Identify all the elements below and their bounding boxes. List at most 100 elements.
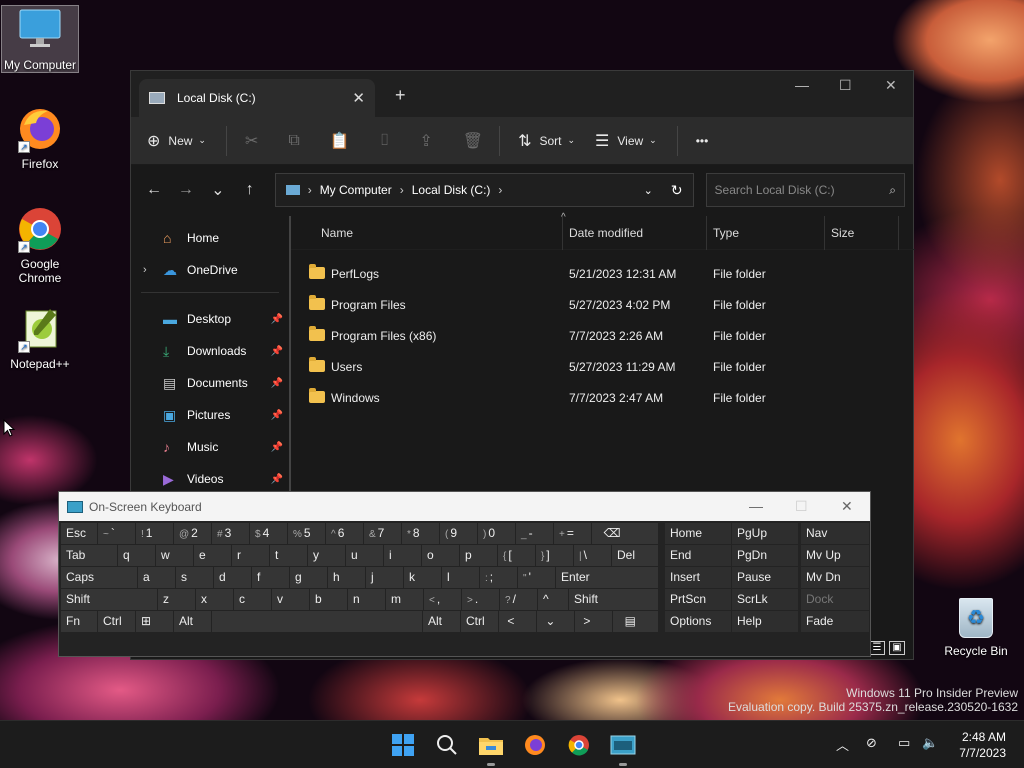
key-dock[interactable]: Dock — [801, 589, 869, 610]
pin-icon[interactable]: 📌 — [271, 410, 283, 421]
key-c[interactable]: c — [234, 589, 271, 610]
column-date-modified[interactable]: Date modified — [563, 215, 707, 250]
key-esc[interactable]: Esc — [61, 523, 97, 544]
breadcrumb-local-disk[interactable]: Local Disk (C:) — [412, 183, 491, 197]
key-l[interactable]: l — [442, 567, 479, 588]
key-right-bracket[interactable]: }] — [536, 545, 573, 566]
key-n[interactable]: n — [348, 589, 385, 610]
key-p[interactable]: p — [460, 545, 497, 566]
key-scrlk[interactable]: ScrLk — [732, 589, 798, 610]
key-k[interactable]: k — [404, 567, 441, 588]
taskbar-chrome[interactable] — [565, 731, 593, 759]
key-r[interactable]: r — [232, 545, 269, 566]
chevron-down-icon[interactable]: ⌄ — [644, 184, 653, 197]
taskbar-clock[interactable]: 2:48 AM 7/7/2023 — [959, 729, 1006, 761]
key-equals[interactable]: + = — [554, 523, 591, 544]
start-button[interactable] — [389, 731, 417, 759]
key-h[interactable]: h — [328, 567, 365, 588]
desktop-icon-recycle-bin[interactable]: ♻ Recycle Bin — [938, 598, 1014, 658]
key-d[interactable]: d — [214, 567, 251, 588]
key-1[interactable]: ! 1 — [136, 523, 173, 544]
desktop-icon-firefox[interactable]: ↗ Firefox — [1, 105, 79, 171]
key-0[interactable]: ) 0 — [478, 523, 515, 544]
key-ctrl-left[interactable]: Ctrl — [98, 611, 135, 632]
key-z[interactable]: z — [158, 589, 195, 610]
key-v[interactable]: v — [272, 589, 309, 610]
key-pgup[interactable]: PgUp — [732, 523, 798, 544]
chevron-right-icon[interactable]: › — [143, 264, 147, 276]
taskbar-file-explorer[interactable] — [477, 731, 505, 766]
key-u[interactable]: u — [346, 545, 383, 566]
more-options-button[interactable]: ••• — [696, 134, 709, 148]
key-insert[interactable]: Insert — [665, 567, 731, 588]
up-icon[interactable]: ↑ — [235, 181, 265, 199]
view-button[interactable]: ☰ View ⌄ — [595, 131, 657, 151]
key-y[interactable]: y — [308, 545, 345, 566]
key-options[interactable]: Options — [665, 611, 731, 632]
pin-icon[interactable]: 📌 — [271, 442, 283, 453]
key-arrow-left[interactable]: < — [499, 611, 536, 632]
key-backslash[interactable]: | \ — [574, 545, 611, 566]
key-q[interactable]: q — [118, 545, 155, 566]
key-o[interactable]: o — [422, 545, 459, 566]
close-icon[interactable]: ✕ — [885, 77, 897, 94]
pin-icon[interactable]: 📌 — [271, 474, 283, 485]
table-row[interactable]: Windows 7/7/2023 2:47 AM File folder — [291, 382, 915, 413]
copy-icon[interactable]: ⧉ — [288, 132, 299, 150]
taskbar-firefox[interactable] — [521, 731, 549, 759]
new-button[interactable]: ⊕ New ⌄ — [147, 131, 206, 151]
table-row[interactable]: Users 5/27/2023 11:29 AM File folder — [291, 351, 915, 382]
key-home[interactable]: Home — [665, 523, 731, 544]
key-9[interactable]: (9 — [440, 523, 477, 544]
tab-close-icon[interactable]: ✕ — [352, 89, 365, 107]
maximize-icon[interactable]: ☐ — [839, 77, 852, 94]
nav-item-pictures[interactable]: ▣ Pictures 📌 — [131, 399, 289, 431]
key-pause[interactable]: Pause — [732, 567, 798, 588]
key-7[interactable]: & 7 — [364, 523, 401, 544]
key-tilde[interactable]: ~ ` — [98, 523, 135, 544]
key-mv-up[interactable]: Mv Up — [801, 545, 869, 566]
nav-item-home[interactable]: ⌂ Home — [131, 222, 289, 254]
key-x[interactable]: x — [196, 589, 233, 610]
key-semicolon[interactable]: :; — [480, 567, 517, 588]
key-arrow-down[interactable]: ⌄ — [537, 611, 574, 632]
details-view-icon[interactable]: ☰ — [869, 641, 885, 655]
key-backspace[interactable]: ⌫ — [592, 523, 658, 544]
new-tab-icon[interactable]: + — [395, 85, 406, 106]
key-caps[interactable]: Caps — [61, 567, 137, 588]
key-minus[interactable]: _ - — [516, 523, 553, 544]
column-name[interactable]: Name — [291, 215, 563, 250]
show-hidden-icons-chevron-icon[interactable]: ︿ — [836, 735, 849, 754]
key-slash[interactable]: ? / — [500, 589, 537, 610]
desktop-icon-chrome[interactable]: ↗ Google Chrome — [1, 205, 79, 285]
nav-item-documents[interactable]: ▤ Documents 📌 — [131, 367, 289, 399]
close-icon[interactable]: ✕ — [841, 498, 853, 515]
refresh-icon[interactable]: ↻ — [671, 182, 683, 199]
sort-button[interactable]: ⇅ Sort ⌄ — [518, 131, 575, 151]
back-icon[interactable]: ← — [139, 181, 169, 199]
table-row[interactable]: Program Files (x86) 7/7/2023 2:26 AM Fil… — [291, 320, 915, 351]
nav-item-desktop[interactable]: ▬ Desktop 📌 — [131, 303, 289, 335]
key-g[interactable]: g — [290, 567, 327, 588]
key-enter[interactable]: Enter — [556, 567, 658, 588]
key-s[interactable]: s — [176, 567, 213, 588]
key-comma[interactable]: <, — [424, 589, 461, 610]
key-space[interactable] — [212, 611, 422, 632]
pin-icon[interactable]: 📌 — [271, 346, 283, 357]
pin-icon[interactable]: 📌 — [271, 378, 283, 389]
key-a[interactable]: a — [138, 567, 175, 588]
volume-icon[interactable]: 🔈 — [922, 735, 938, 751]
key-b[interactable]: b — [310, 589, 347, 610]
minimize-icon[interactable]: — — [795, 77, 809, 93]
key-tab[interactable]: Tab — [61, 545, 117, 566]
maximize-icon[interactable]: ☐ — [795, 498, 808, 515]
key-8[interactable]: * 8 — [402, 523, 439, 544]
key-arrow-right[interactable]: > — [575, 611, 612, 632]
key-arrow-up[interactable]: ^ — [538, 589, 568, 610]
key-fn[interactable]: Fn — [61, 611, 97, 632]
key-alt-left[interactable]: Alt — [174, 611, 211, 632]
cut-icon[interactable]: ✂ — [245, 131, 258, 151]
key-pgdn[interactable]: PgDn — [732, 545, 798, 566]
key-alt-right[interactable]: Alt — [423, 611, 460, 632]
key-e[interactable]: e — [194, 545, 231, 566]
